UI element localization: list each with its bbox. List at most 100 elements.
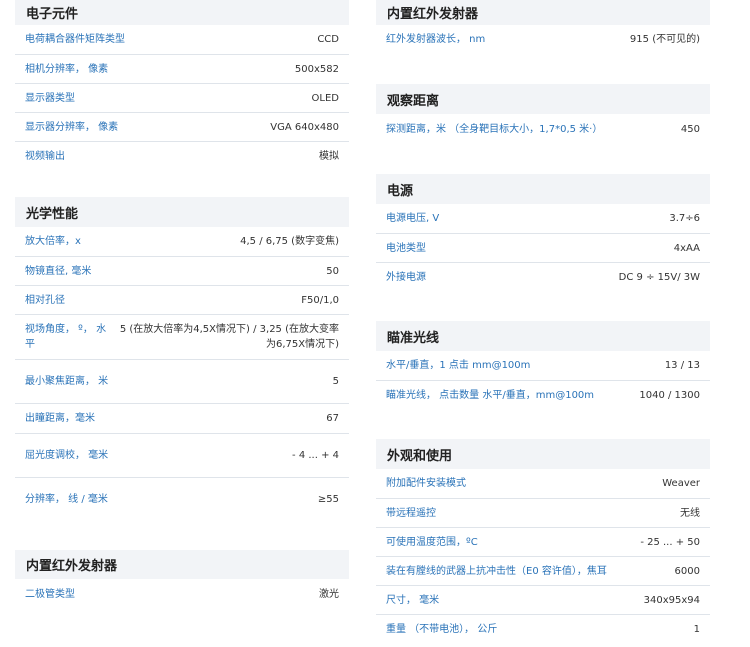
section-appearance-usage: 外观和使用 附加配件安装模式 Weaver 带远程遥控 无线 可使用温度范围，º… (376, 439, 710, 643)
spec-row: 探测距离，米 （全身靶目标大小，1,7*0,5 米·） 450 (376, 114, 710, 144)
spec-label: 二极管类型 (25, 588, 75, 600)
section-power: 电源 电源电压, V 3.7÷6 电池类型 4xAA 外接电源 DC 9 ÷ 1… (376, 174, 710, 291)
spec-label: 相对孔径 (25, 294, 65, 306)
spec-label: 外接电源 (386, 271, 426, 283)
spec-label: 显示器分辨率， 像素 (25, 121, 119, 133)
spec-value: Weaver (662, 478, 700, 489)
spec-row: 红外发射器波长， nm 915 (不可见的) (376, 25, 710, 54)
spec-row: 外接电源 DC 9 ÷ 15V/ 3W (376, 262, 710, 291)
spec-label: 出瞳距离，毫米 (25, 413, 95, 424)
spec-label: 电荷耦合器件矩阵类型 (25, 34, 125, 45)
spec-value: 3.7÷6 (669, 213, 700, 224)
spec-label: 尺寸， 毫米 (386, 594, 440, 606)
spec-value: ≥55 (317, 494, 339, 505)
spec-row: 物镜直径, 毫米 50 (15, 256, 349, 285)
spec-row: 可使用温度范围，ºC - 25 ... + 50 (376, 527, 710, 556)
spec-value: 激光 (319, 588, 339, 600)
section-title: 瞄准光线 (376, 321, 710, 351)
spec-row: 附加配件安装模式 Weaver (376, 469, 710, 498)
spec-label: 相机分辨率， 像素 (25, 63, 109, 75)
spec-label: 重量 （不带电池）， 公斤 (386, 623, 498, 635)
spec-label: 最小聚焦距离， 米 (25, 376, 109, 387)
section-title: 光学性能 (15, 197, 349, 227)
spec-row: 电荷耦合器件矩阵类型 CCD (15, 25, 349, 54)
spec-label: 附加配件安装模式 (386, 478, 466, 489)
spec-value: - 4 ... + 4 (292, 450, 339, 461)
spec-row: 水平/垂直，1 点击 mm@100m 13 / 13 (376, 351, 710, 380)
spec-value: 500x582 (294, 63, 339, 75)
spec-label: 视场角度， º， 水平 (25, 324, 107, 350)
spec-row: 瞄准光线， 点击数量 水平/垂直，mm@100m 1040 / 1300 (376, 380, 710, 409)
spec-value: 340x95x94 (643, 594, 700, 606)
spec-row: 显示器类型 OLED (15, 83, 349, 112)
spec-label: 视频输出 (25, 150, 65, 162)
section-title: 电子元件 (15, 0, 349, 25)
section-ir-emitter-wavelength: 内置红外发射器 红外发射器波长， nm 915 (不可见的) (376, 0, 710, 54)
spec-row: 屈光度调校， 毫米 - 4 ... + 4 (15, 433, 349, 477)
spec-label: 物镜直径, 毫米 (25, 265, 92, 277)
spec-row: 带远程遥控 无线 (376, 498, 710, 527)
spec-row: 视场角度， º， 水平 5 (在放大倍率为4,5X情况下) / 3,25 (在放… (15, 314, 349, 359)
spec-value: 6000 (674, 565, 700, 577)
spec-label: 瞄准光线， 点击数量 水平/垂直，mm@100m (386, 389, 595, 401)
right-column: 内置红外发射器 红外发射器波长， nm 915 (不可见的) 观察距离 探测距离… (376, 0, 710, 643)
spec-row: 尺寸， 毫米 340x95x94 (376, 585, 710, 614)
spec-value: 450 (680, 123, 700, 135)
spec-value: 5 (在放大倍率为4,5X情况下) / 3,25 (在放大变率为6,75X情况下… (119, 324, 339, 350)
section-optics: 光学性能 放大倍率，x 4,5 / 6,75 (数字变焦) 物镜直径, 毫米 5… (15, 197, 349, 521)
spec-value: VGA 640x480 (270, 121, 339, 133)
spec-label: 电池类型 (386, 242, 426, 254)
spec-row: 装在有膛线的武器上抗冲击性（E0 容许值），焦耳 6000 (376, 556, 710, 585)
spec-row: 分辨率， 线 / 毫米 ≥55 (15, 477, 349, 521)
spec-row: 重量 （不带电池）， 公斤 1 (376, 614, 710, 643)
section-ir-emitter: 内置红外发射器 二极管类型 激光 (15, 550, 349, 609)
spec-row: 显示器分辨率， 像素 VGA 640x480 (15, 112, 349, 141)
section-electronics: 电子元件 电荷耦合器件矩阵类型 CCD 相机分辨率， 像素 500x582 显示… (15, 0, 349, 170)
spec-value: 4xAA (673, 242, 700, 254)
spec-label: 电源电压, V (386, 213, 440, 224)
section-title: 内置红外发射器 (376, 0, 710, 25)
spec-value: DC 9 ÷ 15V/ 3W (618, 271, 700, 283)
section-title: 电源 (376, 174, 710, 204)
spec-label: 水平/垂直，1 点击 mm@100m (386, 360, 531, 371)
spec-value: 4,5 / 6,75 (数字变焦) (240, 236, 339, 247)
spec-value: 无线 (680, 507, 700, 519)
spec-label: 显示器类型 (25, 92, 75, 104)
spec-label: 屈光度调校， 毫米 (25, 450, 109, 461)
spec-value: 13 / 13 (664, 360, 700, 371)
spec-value: F50/1,0 (301, 294, 339, 306)
spec-label: 带远程遥控 (386, 507, 436, 519)
spec-value: CCD (317, 34, 339, 45)
spec-label: 分辨率， 线 / 毫米 (25, 494, 108, 505)
section-detection-range: 观察距离 探测距离，米 （全身靶目标大小，1,7*0,5 米·） 450 (376, 84, 710, 144)
left-column: 电子元件 电荷耦合器件矩阵类型 CCD 相机分辨率， 像素 500x582 显示… (15, 0, 349, 609)
spec-label: 探测距离，米 （全身靶目标大小，1,7*0,5 米·） (386, 123, 603, 135)
spec-value: 67 (326, 413, 339, 424)
spec-label: 可使用温度范围，ºC (386, 536, 478, 548)
section-title: 外观和使用 (376, 439, 710, 469)
spec-row: 出瞳距离，毫米 67 (15, 403, 349, 433)
spec-value: 50 (326, 265, 339, 277)
spec-row: 电源电压, V 3.7÷6 (376, 204, 710, 233)
spec-row: 电池类型 4xAA (376, 233, 710, 262)
spec-row: 相机分辨率， 像素 500x582 (15, 54, 349, 83)
section-aiming-line: 瞄准光线 水平/垂直，1 点击 mm@100m 13 / 13 瞄准光线， 点击… (376, 321, 710, 409)
spec-row: 最小聚焦距离， 米 5 (15, 359, 349, 403)
spec-row: 相对孔径 F50/1,0 (15, 285, 349, 314)
section-title: 观察距离 (376, 84, 710, 114)
spec-value: 5 (332, 376, 339, 387)
spec-label: 红外发射器波长， nm (386, 34, 486, 45)
spec-value: 1 (693, 623, 700, 635)
spec-row: 视频输出 模拟 (15, 141, 349, 170)
spec-value: 1040 / 1300 (639, 389, 700, 401)
spec-label: 装在有膛线的武器上抗冲击性（E0 容许值），焦耳 (386, 565, 607, 577)
spec-row: 二极管类型 激光 (15, 579, 349, 609)
spec-row: 放大倍率，x 4,5 / 6,75 (数字变焦) (15, 227, 349, 256)
spec-value: - 25 ... + 50 (640, 536, 700, 548)
